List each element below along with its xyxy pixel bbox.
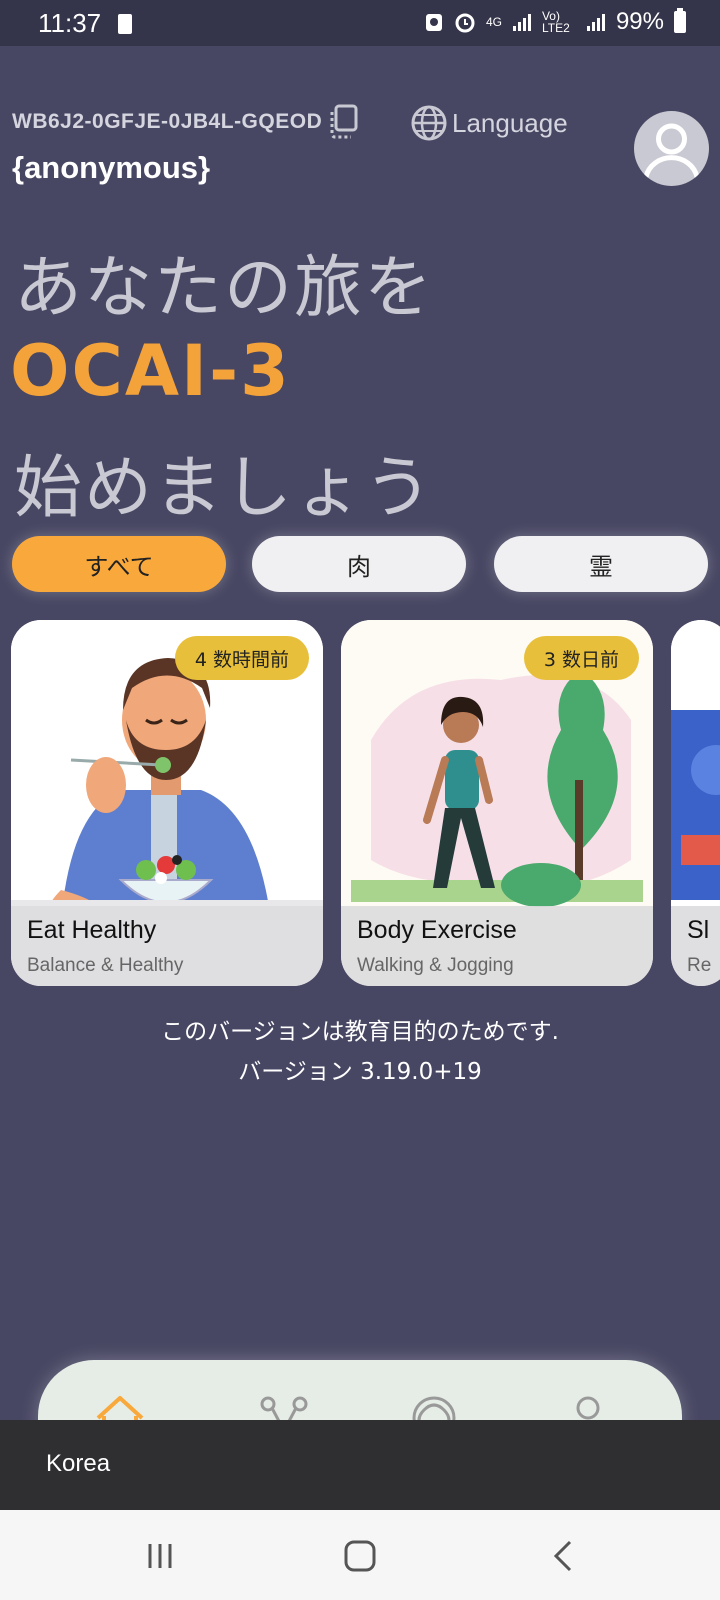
version-number: バージョン 3.19.0+19	[238, 1059, 482, 1085]
hero-line-1: あなたの旅を	[14, 249, 435, 328]
snackbar-message: Korea	[46, 1450, 111, 1477]
card-title: Eat Healthy	[27, 916, 157, 944]
person-icon	[643, 123, 700, 178]
username: {anonymous}	[12, 150, 211, 185]
language-label: Language	[452, 107, 568, 138]
recycle-icon	[425, 14, 442, 31]
status-icons: 4G Vo) LTE2 99%	[424, 8, 686, 36]
brand-name: OCAI-3	[10, 330, 291, 412]
globe-icon	[411, 105, 447, 141]
card-title: Sl	[687, 916, 710, 944]
recent-apps-icon[interactable]	[136, 1532, 184, 1580]
card-eat-healthy[interactable]: Eat Healthy Balance & Healthy 4 数時間前	[11, 620, 323, 986]
version-notice: このバージョンは教育目的のためです.	[161, 1019, 559, 1045]
sd-card-icon	[118, 14, 132, 34]
back-icon[interactable]	[540, 1532, 588, 1580]
battery-icon	[674, 8, 686, 33]
card-title: Body Exercise	[357, 916, 517, 944]
signal-icon	[512, 14, 531, 31]
volte-label: Vo) LTE2	[541, 9, 570, 35]
battery-percent: 99%	[615, 8, 664, 35]
signal-icon-2	[586, 14, 605, 31]
hero-line-3: 始めましょう	[14, 449, 435, 528]
home-button-icon[interactable]	[336, 1532, 384, 1580]
status-bar: 11:37 4G Vo) LTE2 99%	[0, 0, 720, 46]
card-subtitle: Walking & Jogging	[357, 955, 514, 976]
time-badge: 4 数時間前	[174, 636, 309, 680]
snackbar: Korea	[0, 1420, 720, 1510]
card-partial[interactable]: Sl Re	[671, 620, 720, 986]
card-body-exercise[interactable]: Body Exercise Walking & Jogging 3 数日前	[341, 620, 653, 986]
partial-illustration	[671, 620, 720, 920]
status-time: 11:37	[38, 8, 102, 38]
card-subtitle: Re	[687, 955, 712, 976]
language-selector[interactable]: Language	[410, 104, 568, 142]
alarm-icon	[455, 13, 475, 33]
network-type: 4G	[485, 15, 502, 29]
filter-chip-body[interactable]: 肉	[252, 536, 466, 592]
card-subtitle: Balance & Healthy	[27, 955, 184, 976]
filter-chip-all[interactable]: すべて	[12, 536, 226, 592]
account-id: WB6J2-0GFJE-0JB4L-GQEOD	[12, 110, 323, 133]
filter-chips: すべて 肉 霊	[12, 536, 712, 592]
system-navigation-bar	[0, 1510, 720, 1600]
copy-icon[interactable]	[328, 104, 360, 140]
avatar[interactable]	[634, 111, 709, 186]
time-badge: 3 数日前	[523, 636, 639, 680]
filter-chip-spirit[interactable]: 霊	[494, 536, 708, 592]
